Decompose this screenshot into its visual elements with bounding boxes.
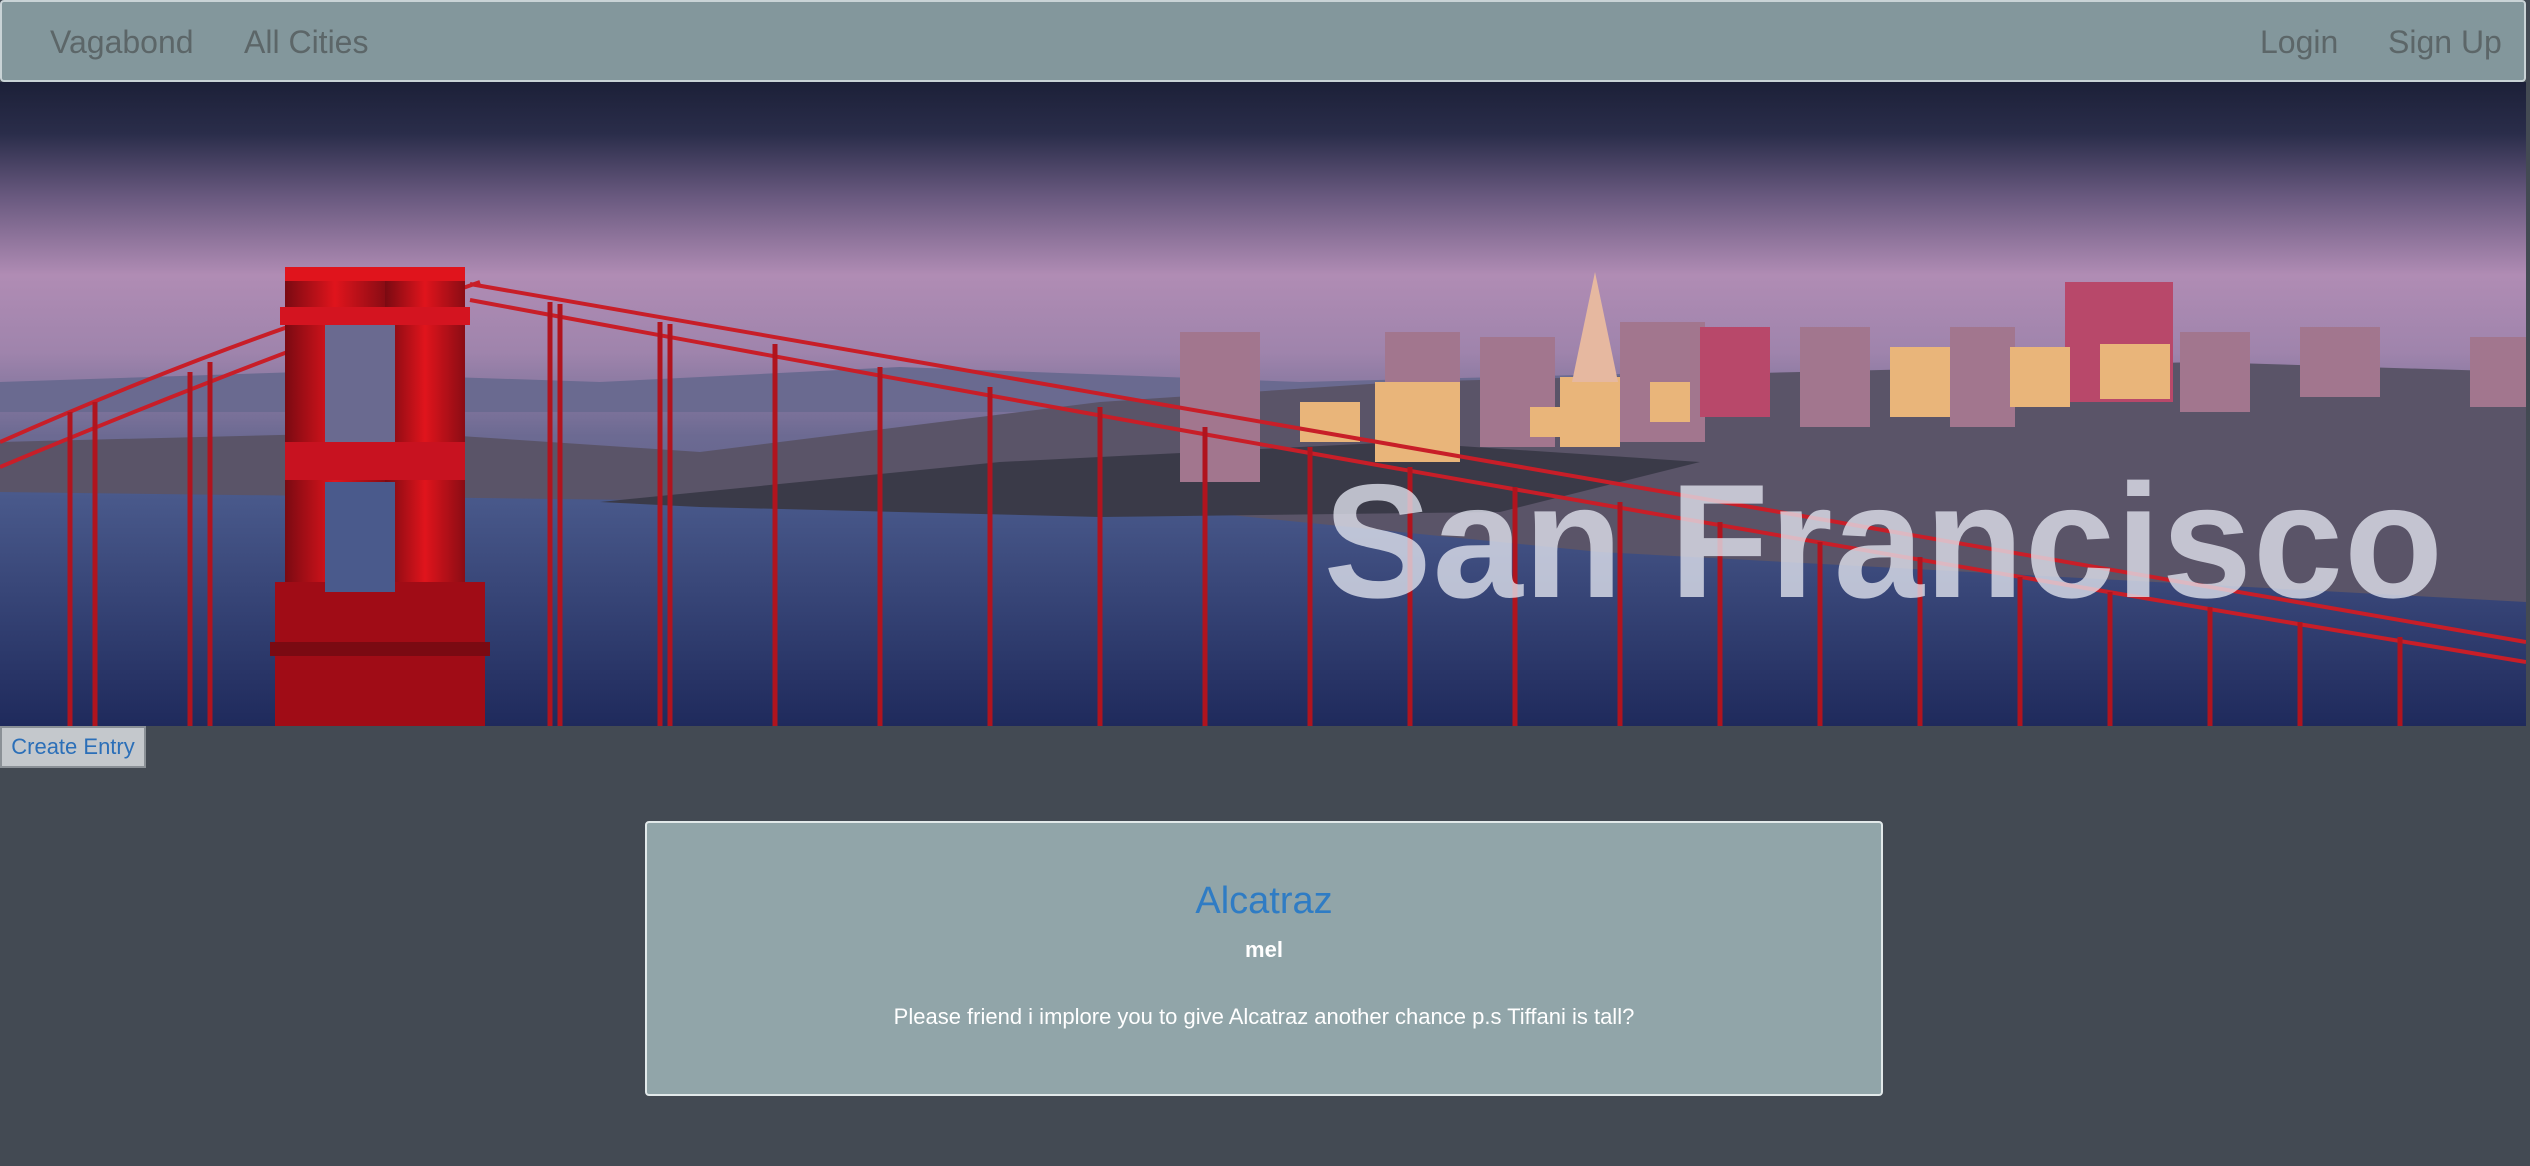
nav-link-all-cities[interactable]: All Cities — [244, 22, 368, 62]
entry-body: Please friend i implore you to give Alca… — [893, 1004, 1635, 1029]
top-navbar: Vagabond All Cities Login Sign Up — [0, 0, 2526, 82]
brand-link[interactable]: Vagabond — [50, 22, 194, 62]
city-hero-banner: San Francisco — [0, 82, 2526, 726]
entry-author: mel — [1245, 937, 1283, 962]
nav-link-login[interactable]: Login — [2260, 22, 2338, 62]
entry-card: Alcatraz mel Please friend i implore you… — [645, 821, 1883, 1096]
entry-title-link[interactable]: Alcatraz — [647, 879, 1881, 923]
nav-link-sign-up[interactable]: Sign Up — [2388, 22, 2502, 62]
create-entry-button[interactable]: Create Entry — [0, 726, 146, 768]
city-title: San Francisco — [1323, 451, 2444, 632]
